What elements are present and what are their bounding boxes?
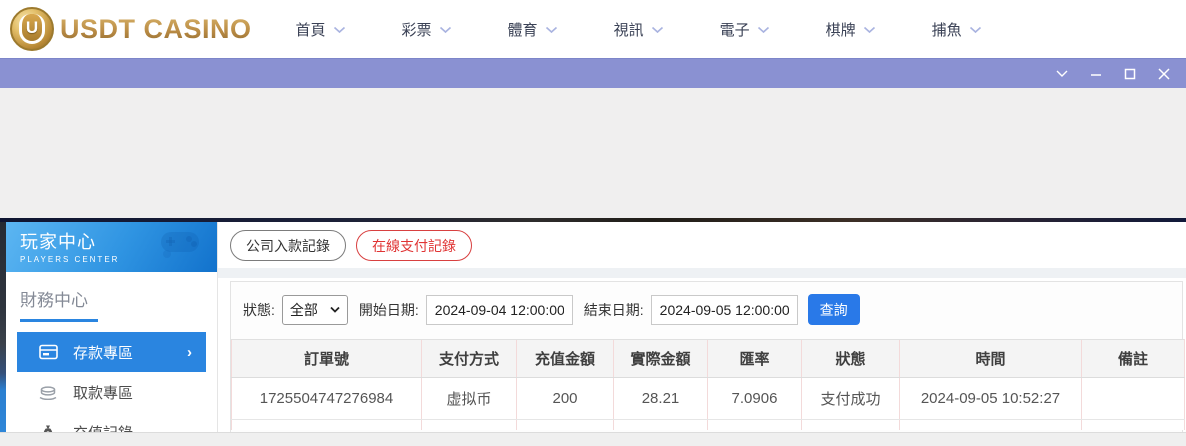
start-date-input[interactable] [425,294,573,325]
status-label: 狀態: [243,301,275,318]
content: 公司入款記錄 在線支付記錄 狀態: 全部 開始日期: 結束日期: 查詢 [218,222,1186,432]
column-header-order-no: 訂單號 [231,339,422,378]
start-date-label: 開始日期: [358,301,419,318]
window-minimize-icon[interactable] [1088,66,1104,82]
window-controls [1054,66,1172,82]
sidebar-item-label: 充值記錄 [73,422,133,433]
nav-item-home[interactable]: 首頁 [296,19,346,40]
chevron-down-icon [545,26,557,34]
chevron-down-icon [969,26,981,34]
cell-exchange-rate: 7.0906 [707,377,802,420]
brand-name: USDT CASINO [60,13,252,44]
nav-item-label: 首頁 [295,21,326,39]
tab-online-payment-records[interactable]: 在線支付記錄 [356,230,472,261]
tab-company-deposit-records[interactable]: 公司入款記錄 [230,230,346,261]
status-select-value: 全部 [289,301,318,318]
nav-item-label: 體育 [507,21,538,39]
section-underline [20,319,98,322]
bottom-strip [0,432,1186,446]
cell-recharge-amount: 200 [516,377,614,420]
gamepad-icon [157,226,203,265]
cell-payment-method: 虚拟币 [421,377,517,420]
chevron-down-icon [651,26,663,34]
nav-item-live[interactable]: 視訊 [614,19,664,40]
main-area: 玩家中心 PLAYERS CENTER 財務中心 存款專區 › 取款專區 公司入… [0,222,1186,432]
query-button[interactable]: 查詢 [807,294,860,325]
sidebar-item-label: 存款專區 [73,344,134,362]
nav-item-fishing[interactable]: 捕魚 [932,19,982,40]
brand-logo[interactable]: U USDT CASINO [10,7,252,51]
deposit-card-icon [38,344,58,360]
nav-item-lottery[interactable]: 彩票 [402,19,452,40]
sidebar-item-label: 取款專區 [73,384,134,402]
nav-item-slots[interactable]: 電子 [720,19,770,40]
cell-time: 2024-09-05 10:52:27 [899,377,1082,420]
cell-actual-amount: 28.21 [613,377,708,420]
select-chevron-icon [330,306,340,313]
column-header-time: 時間 [899,339,1082,378]
table-row-stub [231,419,1185,430]
money-bag-icon: $ [38,424,58,432]
chevron-down-icon [333,26,345,34]
window-maximize-icon[interactable] [1122,66,1138,82]
separator-band [218,268,1186,278]
window-collapse-icon[interactable] [1054,66,1070,82]
records-panel: 狀態: 全部 開始日期: 結束日期: 查詢 [230,281,1185,432]
column-header-payment-method: 支付方式 [421,339,517,378]
nav-item-label: 捕魚 [931,21,962,39]
column-header-status: 狀態 [801,339,900,378]
sidebar-section-title: 財務中心 [6,272,217,311]
filter-bar: 狀態: 全部 開始日期: 結束日期: 查詢 [231,282,1182,325]
main-menu: 首頁 彩票 體育 視訊 電子 棋牌 捕魚 [296,19,982,40]
window-content-blank [0,88,1186,218]
sidebar-item-withdraw[interactable]: 取款專區 [17,372,206,412]
column-header-actual-amount: 實際金額 [613,339,708,378]
nav-item-label: 棋牌 [825,21,856,39]
top-nav: U USDT CASINO 首頁 彩票 體育 視訊 電子 棋牌 捕魚 [0,0,1186,58]
sidebar: 玩家中心 PLAYERS CENTER 財務中心 存款專區 › 取款專區 [6,222,218,432]
cell-status: 支付成功 [801,377,900,420]
status-select[interactable]: 全部 [281,294,348,325]
sidebar-header: 玩家中心 PLAYERS CENTER [6,222,217,272]
chevron-right-icon: › [187,343,192,361]
svg-text:$: $ [46,431,50,432]
nav-item-label: 彩票 [401,21,432,39]
withdraw-hand-icon [38,385,58,400]
record-tabs: 公司入款記錄 在線支付記錄 [218,222,1186,261]
brand-coin-icon: U [10,7,54,51]
chevron-down-icon [863,26,875,34]
chevron-down-icon [439,26,451,34]
sidebar-menu: 存款專區 › 取款專區 $ 充值記錄 [6,332,217,432]
nav-item-cards[interactable]: 棋牌 [826,19,876,40]
window-close-icon[interactable] [1156,66,1172,82]
window-title-bar [0,58,1186,88]
end-date-label: 結束日期: [583,301,644,318]
nav-item-label: 視訊 [613,21,644,39]
page: U USDT CASINO 首頁 彩票 體育 視訊 電子 棋牌 捕魚 玩家中心 … [0,0,1186,446]
cell-remark [1081,377,1185,420]
table-row: 1725504747276984 虚拟币 200 28.21 7.0906 支付… [231,377,1185,420]
sidebar-item-deposit[interactable]: 存款專區 › [17,332,206,372]
table-header-row: 訂單號 支付方式 充值金額 實際金額 匯率 狀態 時間 備註 [231,339,1185,378]
sidebar-section-label: 財務中心 [20,291,88,310]
column-header-recharge-amount: 充值金額 [516,339,614,378]
nav-item-sports[interactable]: 體育 [508,19,558,40]
nav-item-label: 電子 [719,21,750,39]
records-table: 訂單號 支付方式 充值金額 實際金額 匯率 狀態 時間 備註 172550474 [231,339,1185,430]
brand-coin-letter: U [19,14,45,44]
column-header-exchange-rate: 匯率 [707,339,802,378]
sidebar-item-recharge-history[interactable]: $ 充值記錄 [17,412,206,432]
column-header-remark: 備註 [1081,339,1185,378]
cell-order-no: 1725504747276984 [231,377,422,420]
chevron-down-icon [757,26,769,34]
end-date-input[interactable] [650,294,798,325]
